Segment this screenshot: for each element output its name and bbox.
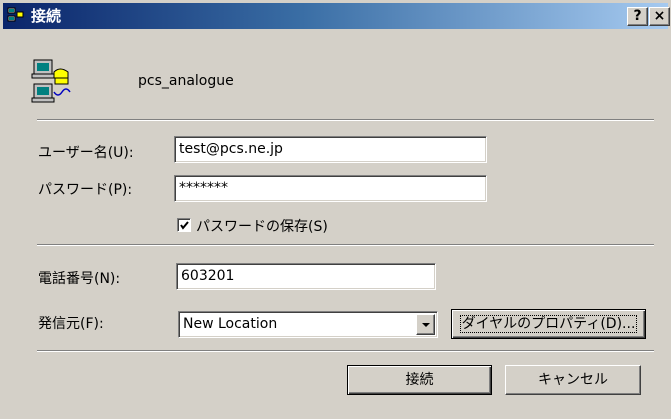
title-bar[interactable]: 接続 ? × [3,3,670,29]
dialup-connection-icon [7,7,24,22]
save-password-label[interactable]: パスワードの保存(S) [196,216,328,236]
username-field[interactable]: test@pcs.ne.jp [174,136,487,163]
phone-number-field[interactable]: 603201 [176,263,436,290]
checkmark-icon [180,221,189,230]
dial-from-value: New Location [183,316,278,332]
cancel-button[interactable]: キャンセル [505,365,641,395]
phone-number-label: 電話番号(N): [38,271,121,287]
dialup-connection-icon [31,59,71,103]
chevron-down-icon [422,323,430,327]
dialing-properties-label: ダイヤルのプロパティ(D)... [459,315,638,333]
dial-from-label: 発信元(F): [38,316,104,332]
connection-name: pcs_analogue [138,73,234,89]
connect-button[interactable]: 接続 [347,365,492,395]
dialing-properties-button[interactable]: ダイヤルのプロパティ(D)... [451,309,646,339]
connect-dialog: 接続 ? × pcs_analogue ユーザー名(U): test@pcs.n… [0,0,671,419]
password-field[interactable]: ******* [174,175,487,202]
window-title: 接続 [31,7,62,25]
password-label: パスワード(P): [38,182,133,198]
help-button[interactable]: ? [627,7,648,26]
dial-from-select[interactable]: New Location [178,311,438,338]
dropdown-button[interactable] [416,314,435,335]
username-label: ユーザー名(U): [38,145,134,161]
separator [37,350,654,352]
separator [37,119,654,121]
save-password-checkbox[interactable] [177,218,191,232]
close-button[interactable]: × [649,7,670,26]
separator [37,244,654,246]
